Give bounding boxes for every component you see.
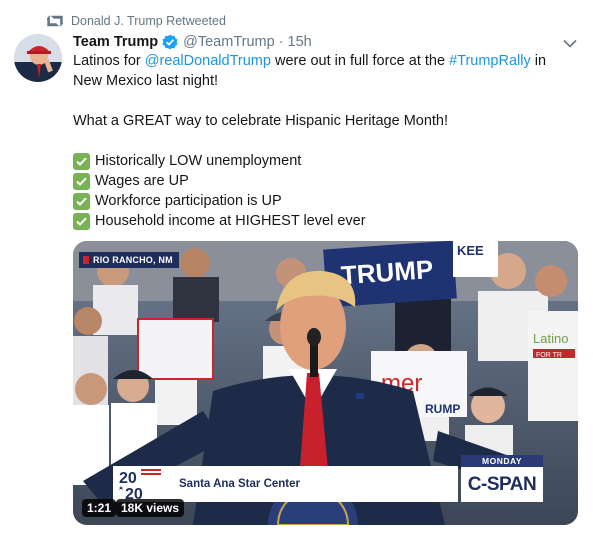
video-duration-badge: 1:21: [82, 499, 117, 517]
check-mark-icon: [73, 172, 90, 190]
check-mark-icon: [73, 152, 90, 170]
sign-text: KEE: [457, 243, 484, 258]
tweet-text-segment: Latinos for: [73, 53, 145, 69]
checklist-text: Wages are UP: [95, 173, 189, 189]
check-mark-icon: [73, 192, 90, 210]
logo-text: 20: [119, 470, 137, 487]
view-count-badge: 18K views: [116, 499, 185, 517]
tweet-paragraph-2: What a GREAT way to celebrate Hispanic H…: [73, 113, 449, 129]
mention-link[interactable]: @realDonaldTrump: [145, 53, 271, 69]
retweet-context[interactable]: Donald J. Trump Retweeted: [45, 12, 226, 30]
checklist-text: Workforce participation is UP: [95, 193, 282, 209]
display-name[interactable]: Team Trump: [73, 34, 158, 50]
avatar[interactable]: [14, 34, 62, 82]
handle[interactable]: @TeamTrump: [183, 34, 275, 50]
checklist-item: Household income at HIGHEST level ever: [73, 211, 578, 231]
checklist-item: Historically LOW unemployment: [73, 151, 578, 171]
check-mark-icon: [73, 212, 90, 230]
shirt-text: FOR TR: [536, 352, 562, 359]
shirt-text: Latino: [533, 331, 568, 346]
verified-badge-icon: [162, 34, 178, 50]
tweet-text-segment: were out in full force at the: [270, 53, 450, 69]
checklist-text: Historically LOW unemployment: [95, 153, 302, 169]
sign-text: RUMP: [425, 402, 460, 416]
day-label: MONDAY: [461, 455, 543, 467]
chevron-down-icon[interactable]: [562, 36, 578, 50]
tweet-body: Latinos for @realDonaldTrump were out in…: [73, 51, 578, 231]
election-2020-logo: 20 20: [113, 466, 171, 503]
timestamp[interactable]: 15h: [288, 34, 312, 50]
network-logo: C-SPAN: [461, 467, 543, 502]
tweet-paragraph-1: Latinos for @realDonaldTrump were out in…: [73, 51, 578, 91]
lower-third-banner: 20 20 Santa Ana Star Center: [113, 466, 458, 503]
location-chip: RIO RANCHO, NM: [79, 252, 179, 268]
retweet-context-text: Donald J. Trump Retweeted: [71, 14, 226, 28]
checklist-item: Workforce participation is UP: [73, 191, 578, 211]
checklist-text: Household income at HIGHEST level ever: [95, 213, 366, 229]
retweet-icon: [45, 13, 65, 29]
hashtag-link[interactable]: #TrumpRally: [449, 53, 531, 69]
venue-text: Santa Ana Star Center: [179, 478, 300, 490]
separator-dot: ·: [278, 34, 284, 50]
video-player[interactable]: TRUMP KEE mer RUMP Latino FOR TR RIO RAN…: [73, 241, 578, 525]
tweet-header: Team Trump @TeamTrump · 15h: [73, 32, 312, 52]
checklist-item: Wages are UP: [73, 171, 578, 191]
